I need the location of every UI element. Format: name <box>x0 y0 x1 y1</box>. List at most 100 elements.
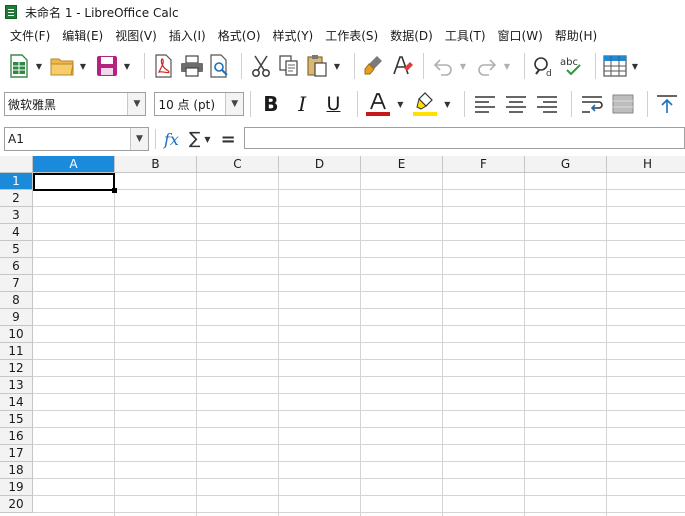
row-header-12[interactable]: 12 <box>0 360 33 377</box>
row-header-7[interactable]: 7 <box>0 275 33 292</box>
font-color-dropdown-arrow[interactable]: ▼ <box>395 90 405 118</box>
row-header-19[interactable]: 19 <box>0 479 33 496</box>
menu-file[interactable]: 文件(F) <box>4 27 56 44</box>
row-header-18[interactable]: 18 <box>0 462 33 479</box>
redo-dropdown-arrow[interactable]: ▼ <box>502 52 512 80</box>
undo-dropdown-arrow[interactable]: ▼ <box>458 52 468 80</box>
print-preview-icon <box>210 54 228 78</box>
save-button[interactable] <box>94 52 120 80</box>
select-all-corner[interactable] <box>0 156 33 173</box>
print-button[interactable] <box>179 52 205 80</box>
row-header-6[interactable]: 6 <box>0 258 33 275</box>
align-left-button[interactable] <box>471 90 498 118</box>
align-top-button[interactable] <box>654 90 681 118</box>
copy-button[interactable] <box>276 52 302 80</box>
column-header-b[interactable]: B <box>115 156 197 173</box>
function-wizard-icon[interactable]: fx <box>164 130 179 149</box>
active-cell-a1[interactable] <box>33 173 115 191</box>
scissors-icon <box>251 55 271 78</box>
row-header-4[interactable]: 4 <box>0 224 33 241</box>
formula-equals-icon[interactable]: = <box>221 129 236 150</box>
redo-button[interactable] <box>474 52 500 80</box>
find-replace-button[interactable]: d <box>531 52 557 80</box>
open-button[interactable] <box>50 52 76 80</box>
merge-cells-button[interactable] <box>609 90 636 118</box>
sum-icon[interactable]: ∑ <box>189 129 200 149</box>
underline-button[interactable]: U <box>320 90 347 118</box>
row-header-15[interactable]: 15 <box>0 411 33 428</box>
chevron-down-icon[interactable]: ▼ <box>225 93 244 115</box>
column-header-e[interactable]: E <box>361 156 443 173</box>
highlight-color-button[interactable] <box>411 90 438 118</box>
column-header-f[interactable]: F <box>443 156 525 173</box>
save-dropdown-arrow[interactable]: ▼ <box>122 52 132 80</box>
menu-format[interactable]: 格式(O) <box>212 27 267 44</box>
italic-icon: I <box>298 92 307 116</box>
row-header-11[interactable]: 11 <box>0 343 33 360</box>
menu-help[interactable]: 帮助(H) <box>549 27 603 44</box>
font-color-button[interactable] <box>364 90 391 118</box>
chevron-down-icon[interactable]: ▼ <box>127 93 146 115</box>
undo-icon <box>433 59 452 76</box>
row-header-8[interactable]: 8 <box>0 292 33 309</box>
menu-tools[interactable]: 工具(T) <box>439 27 492 44</box>
spellcheck-icon: abc <box>560 57 581 76</box>
menu-window[interactable]: 窗口(W) <box>492 27 549 44</box>
font-size-box[interactable]: 10 点 (pt) ▼ <box>154 92 245 116</box>
menu-view[interactable]: 视图(V) <box>109 27 163 44</box>
row-header-13[interactable]: 13 <box>0 377 33 394</box>
name-box-value: A1 <box>8 132 24 146</box>
row-header-20[interactable]: 20 <box>0 496 33 513</box>
spelling-button[interactable]: abc <box>559 52 587 80</box>
column-header-d[interactable]: D <box>279 156 361 173</box>
row-header-3[interactable]: 3 <box>0 207 33 224</box>
menu-edit[interactable]: 编辑(E) <box>56 27 109 44</box>
row-header-5[interactable]: 5 <box>0 241 33 258</box>
name-box[interactable]: A1 ▼ <box>4 127 149 151</box>
row-column-button[interactable] <box>602 52 628 80</box>
formula-input[interactable] <box>244 127 685 149</box>
row-header-14[interactable]: 14 <box>0 394 33 411</box>
clone-formatting-button[interactable] <box>361 52 387 80</box>
chevron-down-icon[interactable]: ▼ <box>130 128 148 150</box>
row-header-17[interactable]: 17 <box>0 445 33 462</box>
paste-button[interactable] <box>304 52 330 80</box>
align-right-button[interactable] <box>534 90 561 118</box>
clear-formatting-button[interactable] <box>389 52 415 80</box>
row-header-16[interactable]: 16 <box>0 428 33 445</box>
row-header-9[interactable]: 9 <box>0 309 33 326</box>
highlight-dropdown-arrow[interactable]: ▼ <box>442 90 452 118</box>
menu-sheet[interactable]: 工作表(S) <box>319 27 384 44</box>
row-header-10[interactable]: 10 <box>0 326 33 343</box>
italic-button[interactable]: I <box>289 90 316 118</box>
column-header-h[interactable]: H <box>607 156 685 173</box>
open-dropdown-arrow[interactable]: ▼ <box>78 52 88 80</box>
row-header-2[interactable]: 2 <box>0 190 33 207</box>
grid-dropdown-arrow[interactable]: ▼ <box>630 52 640 80</box>
new-spreadsheet-button[interactable] <box>6 52 32 80</box>
menu-data[interactable]: 数据(D) <box>384 27 439 44</box>
menu-insert[interactable]: 插入(I) <box>163 27 212 44</box>
align-center-button[interactable] <box>503 90 530 118</box>
underline-icon: U <box>326 93 341 115</box>
export-pdf-button[interactable] <box>151 52 177 80</box>
column-header-c[interactable]: C <box>197 156 279 173</box>
paste-dropdown-arrow[interactable]: ▼ <box>332 52 342 80</box>
font-name-box[interactable]: 微软雅黑 ▼ <box>4 92 147 116</box>
new-spreadsheet-icon <box>10 54 28 78</box>
align-left-icon <box>474 96 495 113</box>
new-dropdown-arrow[interactable]: ▼ <box>34 52 44 80</box>
sum-dropdown-arrow[interactable]: ▼ <box>204 135 210 144</box>
bold-button[interactable]: B <box>257 90 284 118</box>
separator <box>423 53 424 79</box>
undo-button[interactable] <box>430 52 456 80</box>
wrap-text-button[interactable] <box>578 90 605 118</box>
row-header-1[interactable]: 1 <box>0 173 33 190</box>
column-header-g[interactable]: G <box>525 156 607 173</box>
menu-styles[interactable]: 样式(Y) <box>267 27 320 44</box>
cut-button[interactable] <box>248 52 274 80</box>
column-header-a[interactable]: A <box>33 156 115 173</box>
fill-handle[interactable] <box>112 188 117 193</box>
print-preview-button[interactable] <box>207 52 233 80</box>
cell-area[interactable] <box>33 173 685 516</box>
